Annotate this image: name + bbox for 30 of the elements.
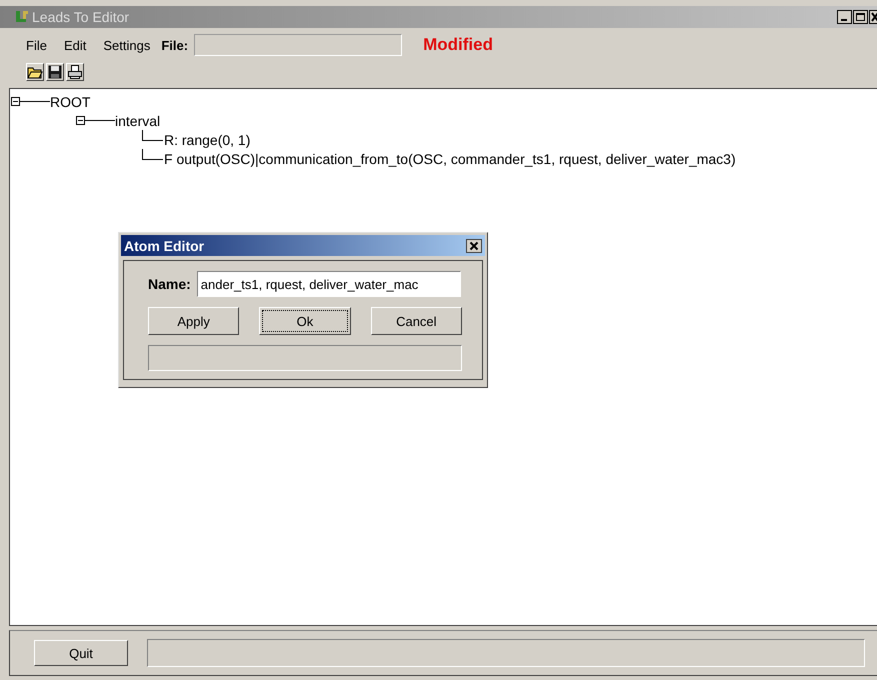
dialog-button[interactable]: Apply bbox=[148, 307, 240, 335]
app-icon bbox=[14, 9, 30, 25]
tree-node[interactable]: ROOT bbox=[50, 94, 90, 110]
menu-item[interactable]: Edit bbox=[64, 38, 86, 52]
menu-item[interactable]: Settings bbox=[103, 38, 150, 52]
printer-icon[interactable] bbox=[66, 63, 84, 81]
name-field[interactable]: ander_ts1, rquest, deliver_water_mac bbox=[196, 271, 461, 297]
collapse-icon[interactable] bbox=[76, 116, 85, 125]
collapse-icon[interactable] bbox=[11, 97, 20, 106]
window-title: Leads To Editor bbox=[32, 9, 130, 25]
tree-node[interactable]: F output(OSC)|communication_from_to(OSC, commander_ts1, rquest, deliver_water_mac3) bbox=[164, 150, 736, 166]
menu-item[interactable]: File bbox=[26, 38, 47, 52]
close-icon[interactable] bbox=[466, 238, 482, 252]
minimize-icon[interactable] bbox=[837, 10, 852, 24]
open-folder-icon[interactable] bbox=[26, 63, 44, 81]
dialog-title: Atom Editor bbox=[124, 238, 204, 254]
dialog-button[interactable]: Ok bbox=[259, 307, 351, 335]
dialog-button[interactable]: Cancel bbox=[370, 307, 462, 335]
close-icon[interactable] bbox=[869, 10, 877, 24]
tree-node[interactable]: interval bbox=[115, 112, 160, 128]
save-icon[interactable] bbox=[46, 63, 64, 81]
modified-status: Modified bbox=[423, 35, 493, 55]
file-label: File: bbox=[161, 38, 188, 52]
name-label: Name: bbox=[148, 276, 191, 292]
tree-connector-line bbox=[142, 130, 163, 141]
quit-button[interactable]: Quit bbox=[34, 640, 128, 666]
file-field[interactable] bbox=[194, 34, 402, 56]
maximize-icon[interactable] bbox=[853, 10, 868, 24]
tree-node[interactable]: R: range(0, 1) bbox=[164, 132, 250, 148]
tree-connector-line bbox=[142, 149, 163, 160]
